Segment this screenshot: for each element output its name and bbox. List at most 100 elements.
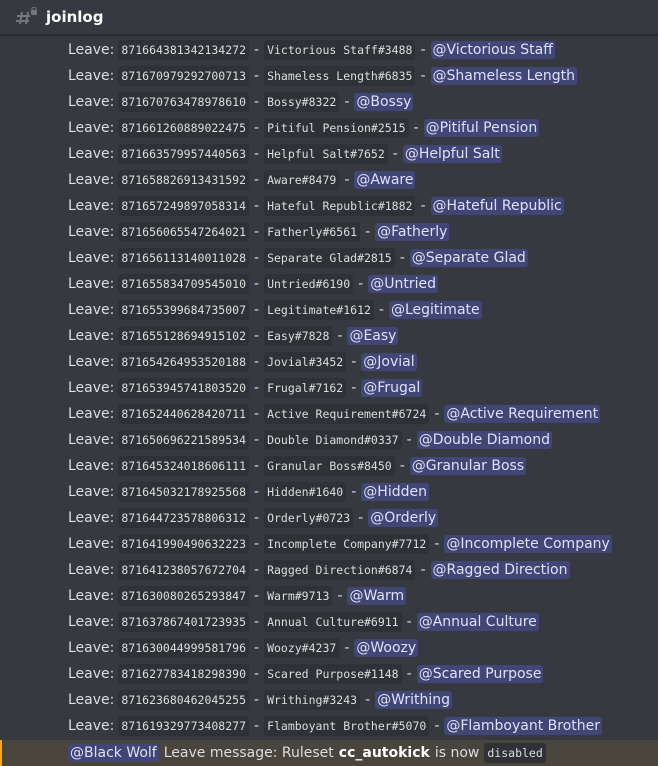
leave-label: Leave: [68, 250, 115, 266]
user-mention[interactable]: @Scared Purpose [416, 665, 544, 683]
log-row: Leave: 871653945741803520- Frugal#7162- @Fr… [0, 375, 658, 401]
message-log: Leave: 871664381342134272- Victorious Staf… [0, 37, 658, 739]
user-mention[interactable]: @Jovial [361, 353, 417, 371]
user-mention[interactable]: @Shameless Length [430, 67, 577, 85]
leave-label: Leave: [68, 198, 115, 214]
user-mention[interactable]: @Flamboyant Brother [444, 717, 603, 735]
separator: - [344, 94, 350, 110]
log-row: Leave: 871627783418298390- Scared Purpose#… [0, 661, 658, 687]
user-mention[interactable]: @Warm [347, 587, 407, 605]
log-row: Leave: 871654264953520188- Jovial#3452- @Jo… [0, 349, 658, 375]
separator: - [434, 536, 440, 552]
separator: - [413, 120, 419, 136]
user-mention[interactable]: @Easy [347, 327, 399, 345]
user-mention[interactable]: @Annual Culture [416, 613, 539, 631]
leave-label: Leave: [68, 562, 115, 578]
separator: - [254, 354, 260, 370]
user-mention[interactable]: @Helpful Salt [402, 145, 502, 163]
user-tag: Shameless Length#6835 [264, 66, 416, 86]
separator: - [254, 640, 260, 656]
separator: - [399, 250, 405, 266]
separator: - [406, 666, 412, 682]
log-row: Leave: 871661260889022475- Pitiful Pension… [0, 115, 658, 141]
user-id: 871655399684735007 [118, 300, 249, 320]
user-id: 871641238057672704 [118, 560, 249, 580]
separator: - [254, 224, 260, 240]
user-mention[interactable]: @Orderly [368, 509, 439, 527]
user-mention[interactable]: @Untried [368, 275, 438, 293]
leave-label: Leave: [68, 380, 115, 396]
separator: - [365, 224, 371, 240]
status-text: Leave message: Ruleset [163, 745, 334, 761]
separator: - [254, 172, 260, 188]
leave-label: Leave: [68, 432, 115, 448]
user-id: 871619329773408277 [118, 716, 249, 736]
separator: - [351, 380, 357, 396]
log-row: Leave: 871645324018606111- Granular Boss#8… [0, 453, 658, 479]
user-mention[interactable]: @Woozy [354, 639, 419, 657]
user-mention[interactable]: @Separate Glad [409, 249, 528, 267]
leave-label: Leave: [68, 614, 115, 630]
user-mention[interactable]: @Bossy [354, 93, 414, 111]
user-tag: Double Diamond#0337 [264, 430, 402, 450]
user-id: 871637867401723935 [118, 612, 249, 632]
log-row: Leave: 871645032178925568- Hidden#1640- @Hi… [0, 479, 658, 505]
separator: - [337, 588, 343, 604]
log-row: Leave: 871637867401723935- Annual Culture#… [0, 609, 658, 635]
log-row: Leave: 871670763478978610- Bossy#8322- @Bos… [0, 89, 658, 115]
separator: - [254, 94, 260, 110]
user-id: 871670763478978610 [118, 92, 249, 112]
user-mention[interactable]: @Victorious Staff [430, 41, 555, 59]
leave-label: Leave: [68, 640, 115, 656]
user-mention[interactable]: @Double Diamond [416, 431, 552, 449]
leave-label: Leave: [68, 458, 115, 474]
log-row: Leave: 871663579957440563- Helpful Salt#76… [0, 141, 658, 167]
user-tag: Legitimate#1612 [264, 300, 374, 320]
leave-label: Leave: [68, 666, 115, 682]
user-mention[interactable]: @Incomplete Company [444, 535, 612, 553]
separator: - [254, 380, 260, 396]
user-mention[interactable]: @Frugal [361, 379, 423, 397]
separator: - [254, 250, 260, 266]
user-mention[interactable]: @Active Requirement [444, 405, 601, 423]
separator: - [254, 432, 260, 448]
user-tag: Active Requirement#6724 [264, 404, 430, 424]
user-mention[interactable]: @Fatherly [375, 223, 450, 241]
user-id: 871645032178925568 [118, 482, 249, 502]
user-mention[interactable]: @Writhing [375, 691, 453, 709]
leave-label: Leave: [68, 406, 115, 422]
user-tag: Warm#9713 [264, 586, 333, 606]
separator: - [254, 146, 260, 162]
leave-label: Leave: [68, 302, 115, 318]
separator: - [399, 458, 405, 474]
user-id: 871655834709545010 [118, 274, 249, 294]
user-mention[interactable]: @Hidden [361, 483, 429, 501]
user-mention[interactable]: @Legitimate [388, 301, 482, 319]
user-id: 871650696221589534 [118, 430, 249, 450]
separator: - [420, 198, 426, 214]
leave-label: Leave: [68, 68, 115, 84]
separator: - [358, 276, 364, 292]
user-tag: Orderly#0723 [264, 508, 354, 528]
user-mention[interactable]: @Pitiful Pension [423, 119, 540, 137]
leave-label: Leave: [68, 224, 115, 240]
leave-label: Leave: [68, 276, 115, 292]
user-mention[interactable]: @Hateful Republic [430, 197, 564, 215]
user-id: 871645324018606111 [118, 456, 249, 476]
separator: - [254, 562, 260, 578]
user-tag: Hidden#1640 [264, 482, 347, 502]
user-mention[interactable]: @Granular Boss [409, 457, 527, 475]
user-mention[interactable]: @Aware [354, 171, 416, 189]
user-id: 871661260889022475 [118, 118, 249, 138]
log-row: Leave: 871655399684735007- Legitimate#1612… [0, 297, 658, 323]
channel-header: joinlog [0, 0, 658, 35]
user-mention[interactable]: @Ragged Direction [430, 561, 570, 579]
separator: - [254, 68, 260, 84]
log-row: Leave: 871641990490632223- Incomplete Comp… [0, 531, 658, 557]
user-mention[interactable]: @Black Wolf [68, 744, 159, 762]
user-id: 871641990490632223 [118, 534, 249, 554]
user-tag: Bossy#8322 [264, 92, 340, 112]
separator: - [420, 562, 426, 578]
separator: - [358, 510, 364, 526]
ruleset-state: disabled [484, 743, 546, 763]
